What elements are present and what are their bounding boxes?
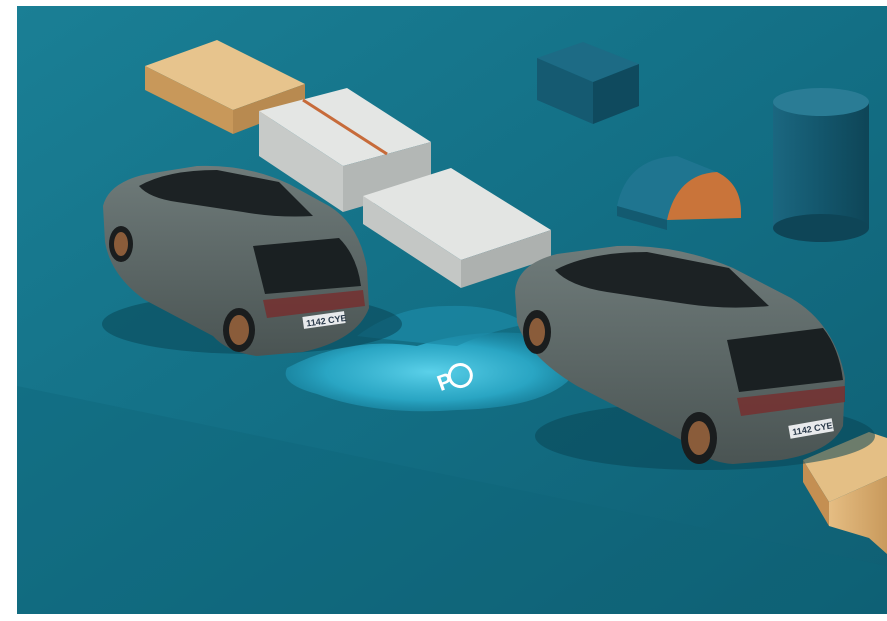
scene-image: P 1142 CYE 1142 CYE bbox=[17, 6, 887, 614]
blue-cylinder bbox=[773, 88, 869, 242]
parking-scene-illustration: P 1142 CYE 1142 CYE bbox=[17, 6, 887, 614]
